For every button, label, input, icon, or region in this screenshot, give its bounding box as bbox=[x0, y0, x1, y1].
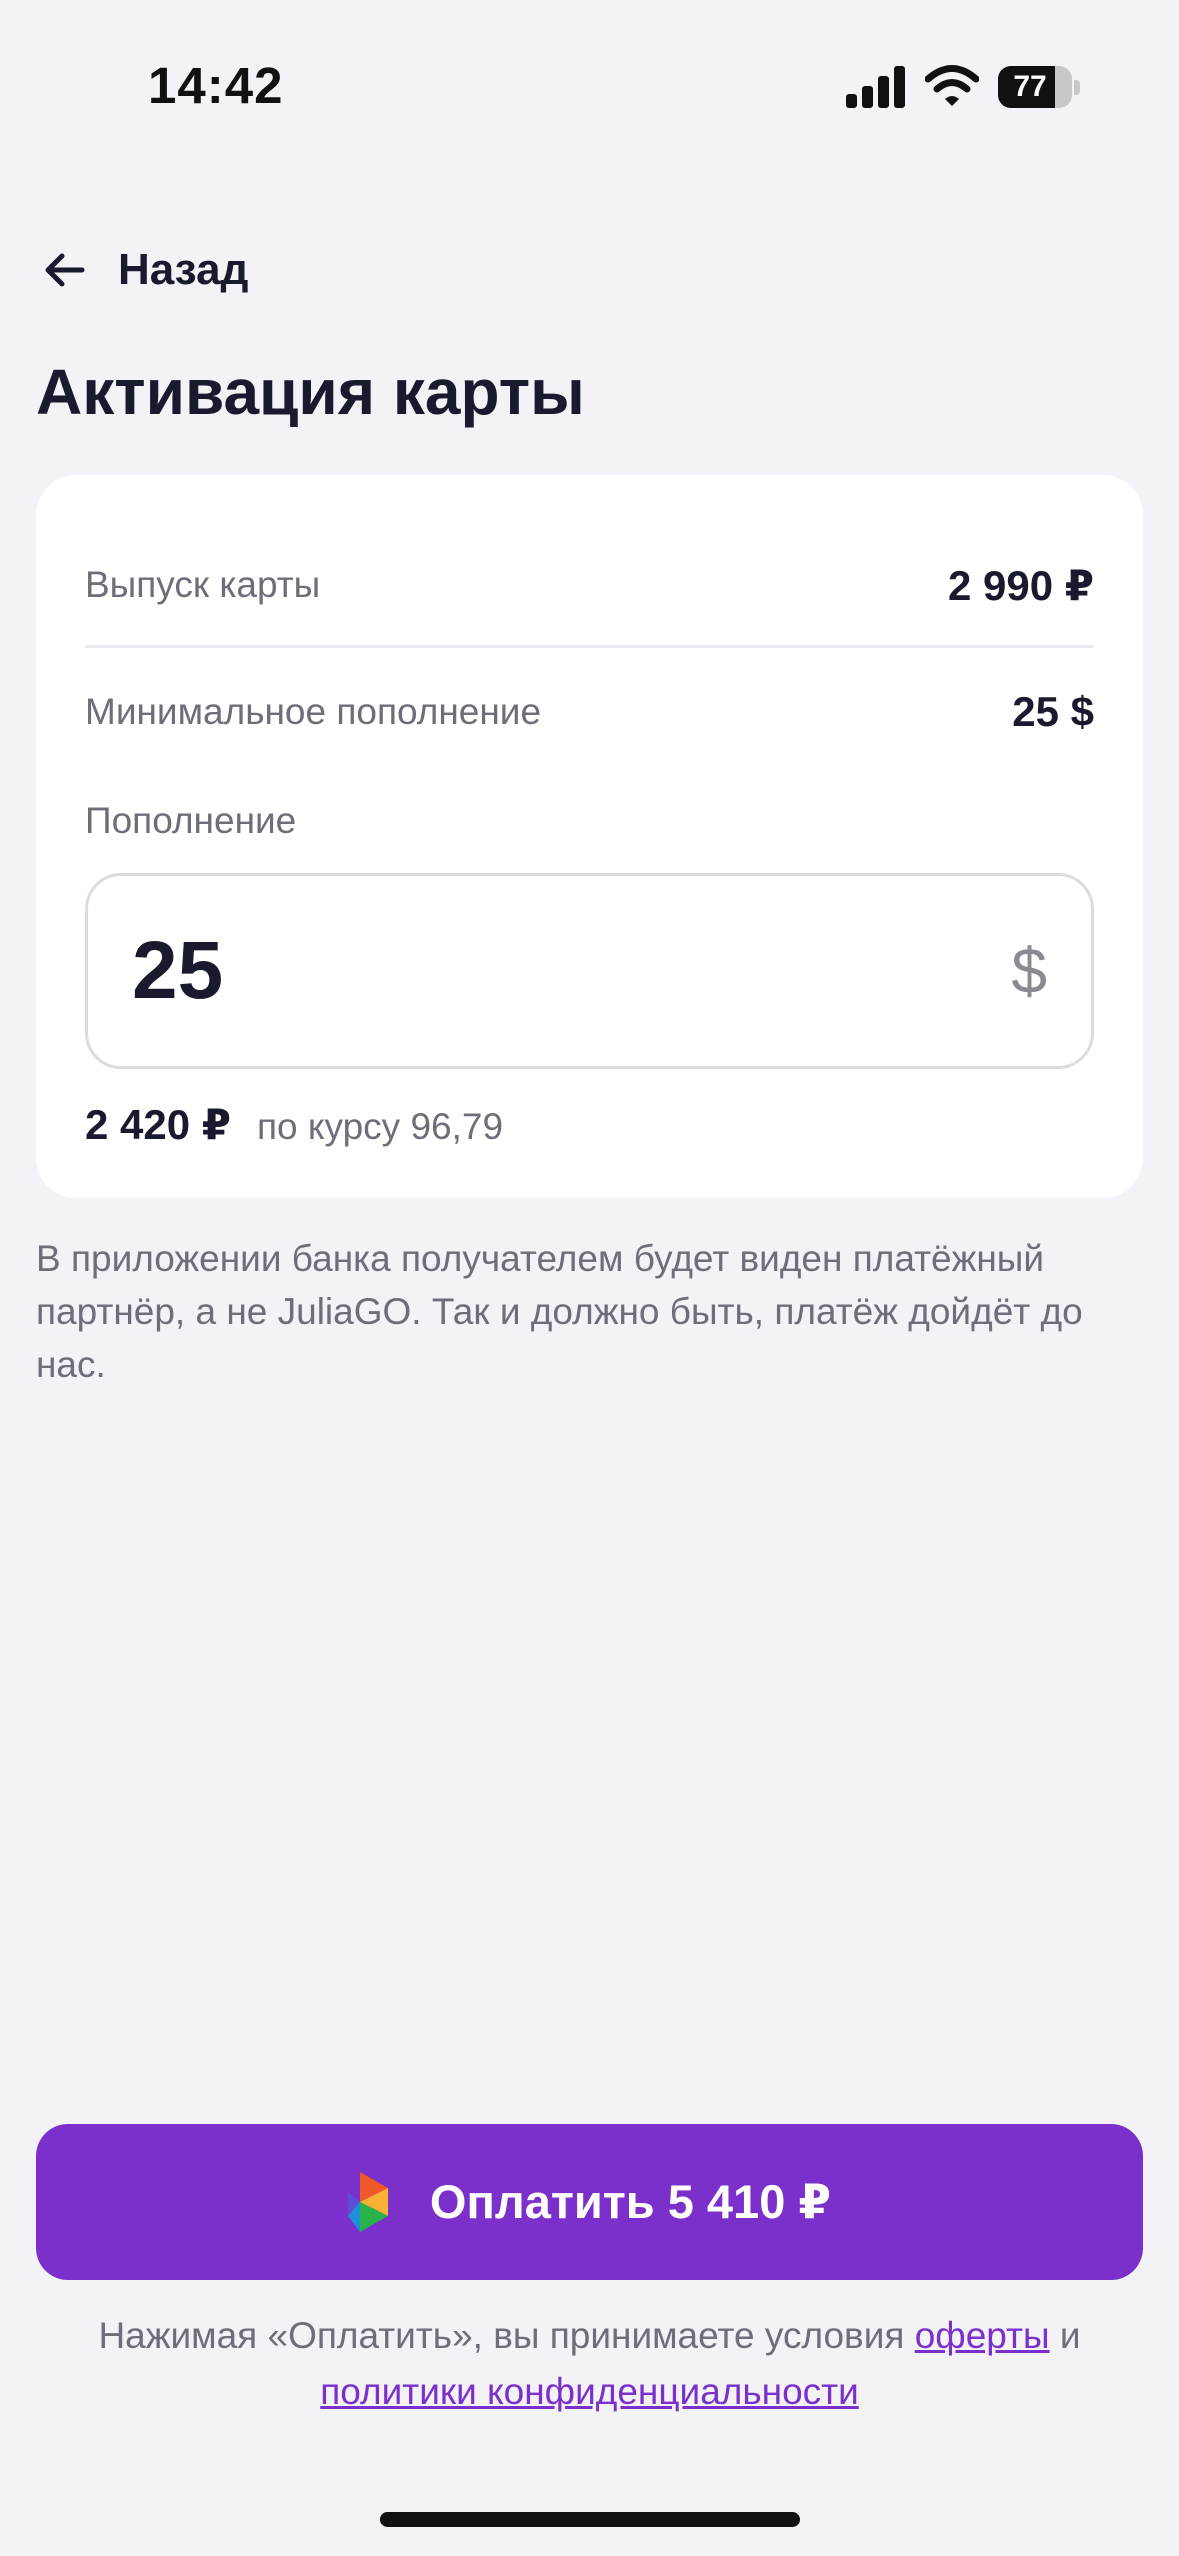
battery-percent: 77 bbox=[1013, 70, 1047, 103]
home-indicator[interactable] bbox=[380, 2512, 800, 2527]
min-topup-row: Минимальное пополнение 25 $ bbox=[85, 682, 1094, 742]
card-issue-row: Выпуск карты 2 990 ₽ bbox=[85, 555, 1094, 615]
exchange-rate: по курсу 96,79 bbox=[257, 1106, 504, 1147]
payment-logo-icon bbox=[347, 2172, 388, 2232]
divider bbox=[85, 645, 1094, 648]
conversion-info: 2 420 ₽ по курсу 96,79 bbox=[85, 1100, 503, 1149]
back-button[interactable]: Назад bbox=[40, 235, 248, 305]
topup-label: Пополнение bbox=[85, 800, 297, 841]
min-topup-label: Минимальное пополнение bbox=[85, 691, 542, 732]
min-topup-value: 25 $ bbox=[1012, 688, 1094, 735]
battery-icon: 77 bbox=[998, 66, 1080, 108]
card-issue-label: Выпуск карты bbox=[85, 564, 321, 605]
offer-link[interactable]: оферты bbox=[915, 2315, 1050, 2356]
topup-currency: $ bbox=[1011, 935, 1047, 1007]
back-arrow-icon bbox=[45, 253, 85, 287]
pay-button[interactable]: Оплатить 5 410 ₽ bbox=[36, 2124, 1143, 2280]
page-title: Активация карты bbox=[36, 356, 585, 428]
legal-notice: Нажимая «Оплатить», вы принимаете услови… bbox=[36, 2308, 1143, 2420]
status-time: 14:42 bbox=[148, 57, 284, 114]
privacy-policy-link[interactable]: политики конфиденциальности bbox=[320, 2371, 859, 2412]
topup-amount-input[interactable]: 25 $ bbox=[85, 873, 1094, 1069]
wifi-icon bbox=[925, 65, 979, 106]
legal-prefix: Нажимая «Оплатить», вы принимаете услови… bbox=[98, 2315, 905, 2356]
legal-conjunction: и bbox=[1059, 2315, 1081, 2356]
back-label: Назад bbox=[118, 245, 249, 294]
topup-amount-value[interactable]: 25 bbox=[132, 924, 1011, 1018]
status-bar: 14:42 77 bbox=[0, 0, 1179, 170]
converted-amount: 2 420 ₽ bbox=[85, 1101, 231, 1148]
pay-button-label: Оплатить 5 410 ₽ bbox=[429, 2175, 832, 2228]
payment-partner-notice: В приложении банка получателем будет вид… bbox=[36, 1238, 1083, 1385]
signal-icon bbox=[846, 66, 905, 108]
activation-summary-card: Выпуск карты 2 990 ₽ Минимальное пополне… bbox=[36, 475, 1143, 1198]
card-issue-value: 2 990 ₽ bbox=[948, 561, 1094, 609]
